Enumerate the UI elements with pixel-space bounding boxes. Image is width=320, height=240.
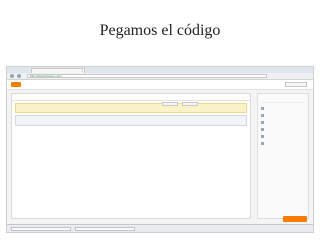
code-textarea[interactable] — [15, 128, 247, 140]
sidebar-item[interactable] — [261, 133, 305, 140]
html-editor-panel — [11, 93, 251, 219]
sidebar-item[interactable] — [261, 126, 305, 133]
comments-icon — [261, 128, 264, 131]
sidebar-item[interactable] — [261, 105, 305, 112]
address-bar[interactable]: http://www.blogger.com/ — [27, 74, 267, 78]
taskbar — [7, 224, 313, 232]
posts-icon — [261, 114, 264, 117]
sidebar-heading — [261, 96, 305, 103]
sidebar-item[interactable] — [261, 112, 305, 119]
taskbar-item[interactable] — [75, 227, 135, 231]
settings-icon — [261, 107, 264, 110]
info-notice — [15, 115, 247, 126]
taskbar-item[interactable] — [11, 227, 71, 231]
browser-address-row: http://www.blogger.com/ — [7, 73, 313, 80]
editor-button-b[interactable] — [182, 102, 198, 106]
forward-icon[interactable] — [17, 74, 21, 78]
editor-title — [12, 94, 250, 101]
stats-icon — [261, 142, 264, 145]
save-button[interactable] — [283, 216, 307, 222]
editor-button-a[interactable] — [162, 102, 178, 106]
browser-screenshot: × http://www.blogger.com/ — [6, 66, 314, 233]
pages-icon — [261, 121, 264, 124]
blogger-logo — [11, 82, 21, 87]
layout-icon — [261, 135, 264, 138]
account-button[interactable] — [285, 82, 307, 87]
sidebar-item[interactable] — [261, 119, 305, 126]
sidebar-item[interactable] — [261, 140, 305, 147]
blogger-header — [7, 80, 313, 90]
warning-notice — [15, 103, 247, 113]
blogger-sidebar — [257, 93, 309, 219]
slide-title: Pegamos el código — [99, 22, 221, 39]
back-icon[interactable] — [10, 74, 14, 78]
